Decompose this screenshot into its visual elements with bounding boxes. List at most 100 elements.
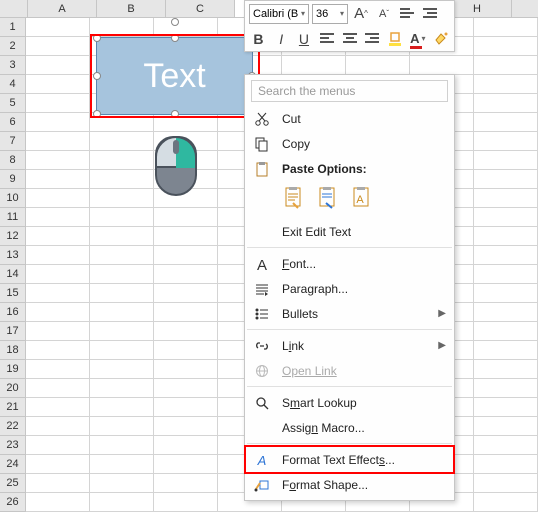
row-header[interactable]: 4 (0, 75, 26, 94)
menu-font[interactable]: A Font... (245, 251, 454, 276)
cell[interactable] (90, 151, 154, 170)
cell[interactable] (90, 284, 154, 303)
row-header[interactable]: 26 (0, 493, 26, 512)
resize-handle-sw[interactable] (93, 110, 101, 118)
align-right-button[interactable] (363, 29, 382, 49)
menu-exit-edit-text[interactable]: Exit Edit Text (245, 219, 454, 244)
cell[interactable] (90, 227, 154, 246)
italic-button[interactable]: I (272, 29, 291, 49)
menu-format-text-effects[interactable]: A Format Text Effects... (245, 447, 454, 472)
cell[interactable] (474, 189, 538, 208)
cell[interactable] (26, 303, 90, 322)
cell[interactable] (154, 398, 218, 417)
cell[interactable] (90, 379, 154, 398)
row-header[interactable]: 3 (0, 56, 26, 75)
row-header[interactable]: 11 (0, 208, 26, 227)
rotate-handle[interactable] (171, 18, 179, 26)
cell[interactable] (154, 417, 218, 436)
cell[interactable] (154, 341, 218, 360)
cell[interactable] (474, 265, 538, 284)
cell[interactable] (26, 75, 90, 94)
col-header-b[interactable]: B (97, 0, 166, 17)
cell[interactable] (474, 493, 538, 512)
cell[interactable] (474, 398, 538, 417)
cell[interactable] (474, 151, 538, 170)
resize-handle-w[interactable] (93, 72, 101, 80)
row-header[interactable]: 25 (0, 474, 26, 493)
cell[interactable] (154, 227, 218, 246)
row-header[interactable]: 5 (0, 94, 26, 113)
cell[interactable] (26, 436, 90, 455)
menu-assign-macro[interactable]: Assign Macro... (245, 415, 454, 440)
cell[interactable] (26, 398, 90, 417)
cell[interactable] (474, 75, 538, 94)
menu-link[interactable]: Link ▶ (245, 333, 454, 358)
cell[interactable] (474, 379, 538, 398)
cell[interactable] (26, 208, 90, 227)
cell[interactable] (474, 94, 538, 113)
grow-font-button[interactable]: A^ (351, 4, 371, 24)
row-header[interactable]: 21 (0, 398, 26, 417)
cell[interactable] (26, 113, 90, 132)
cell[interactable] (26, 341, 90, 360)
menu-search-input[interactable]: Search the menus (251, 80, 448, 102)
cell[interactable] (90, 189, 154, 208)
increase-indent-button[interactable] (420, 4, 440, 24)
row-header[interactable]: 15 (0, 284, 26, 303)
cell[interactable] (474, 227, 538, 246)
cell[interactable] (474, 474, 538, 493)
cell[interactable] (154, 455, 218, 474)
cell[interactable] (26, 322, 90, 341)
row-header[interactable]: 22 (0, 417, 26, 436)
shrink-font-button[interactable]: Aˇ (374, 4, 394, 24)
cell[interactable] (474, 303, 538, 322)
cell[interactable] (26, 56, 90, 75)
cell[interactable] (26, 132, 90, 151)
cell[interactable] (90, 246, 154, 265)
cell[interactable] (474, 341, 538, 360)
cell[interactable] (90, 474, 154, 493)
cell[interactable] (474, 132, 538, 151)
row-header[interactable]: 2 (0, 37, 26, 56)
resize-handle-nw[interactable] (93, 34, 101, 42)
cell[interactable] (26, 284, 90, 303)
cell[interactable] (154, 265, 218, 284)
row-header[interactable]: 13 (0, 246, 26, 265)
cell[interactable] (474, 56, 538, 75)
row-header[interactable]: 7 (0, 132, 26, 151)
resize-handle-n[interactable] (171, 34, 179, 42)
cell[interactable] (90, 208, 154, 227)
align-left-button[interactable] (317, 29, 336, 49)
row-header[interactable]: 23 (0, 436, 26, 455)
paste-option-keep-source[interactable] (282, 185, 308, 213)
fill-color-button[interactable] (386, 29, 405, 49)
cell[interactable] (90, 436, 154, 455)
select-all-corner[interactable] (0, 0, 28, 17)
cell[interactable] (90, 303, 154, 322)
cell[interactable] (474, 170, 538, 189)
cell[interactable] (154, 18, 218, 37)
cell[interactable] (474, 417, 538, 436)
cell[interactable] (90, 360, 154, 379)
menu-paragraph[interactable]: Paragraph... (245, 276, 454, 301)
cell[interactable] (26, 474, 90, 493)
cell[interactable] (26, 455, 90, 474)
cell[interactable] (154, 303, 218, 322)
row-header[interactable]: 8 (0, 151, 26, 170)
cell[interactable] (26, 189, 90, 208)
cell[interactable] (474, 113, 538, 132)
cell[interactable] (154, 379, 218, 398)
cell[interactable] (474, 322, 538, 341)
cell[interactable] (90, 170, 154, 189)
cell[interactable] (26, 246, 90, 265)
cell[interactable] (474, 37, 538, 56)
cell[interactable] (90, 455, 154, 474)
row-header[interactable]: 6 (0, 113, 26, 132)
underline-button[interactable]: U (295, 29, 314, 49)
cell[interactable] (90, 493, 154, 512)
row-header[interactable]: 16 (0, 303, 26, 322)
cell[interactable] (282, 56, 346, 75)
cell[interactable] (26, 227, 90, 246)
font-size-dropdown[interactable]: 36▾ (312, 4, 348, 24)
cell[interactable] (26, 94, 90, 113)
